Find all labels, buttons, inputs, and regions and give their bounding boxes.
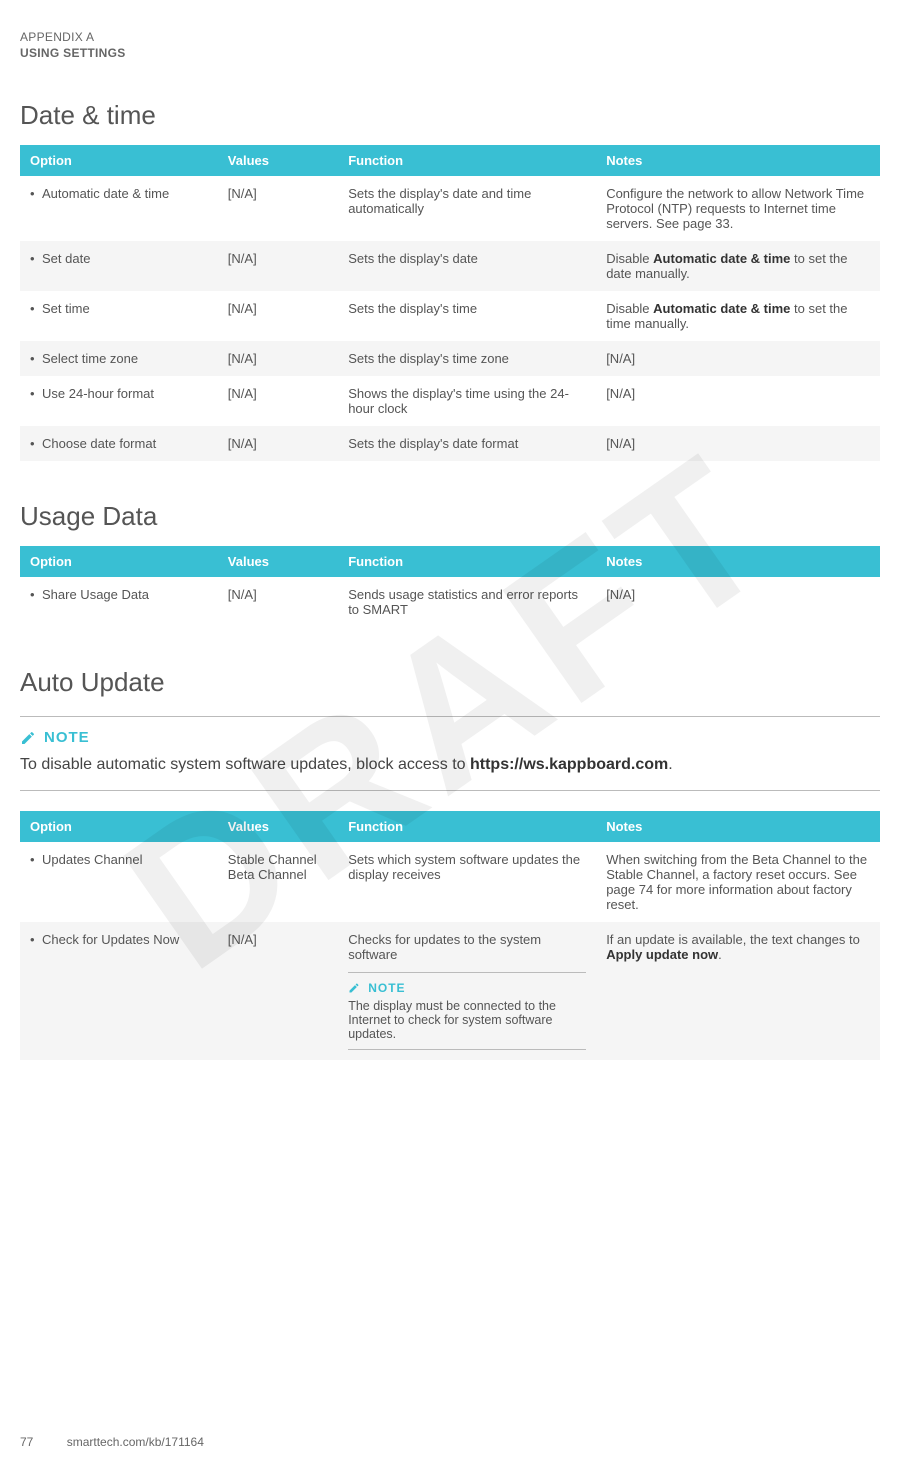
bullet-icon — [30, 386, 42, 401]
th-notes: Notes — [596, 811, 880, 842]
function-text: Sets which system software updates the d… — [338, 842, 596, 922]
section-heading-date-time: Date & time — [20, 100, 880, 131]
table-row: Set date [N/A] Sets the display's date D… — [20, 241, 880, 291]
values-text: [N/A] — [218, 376, 338, 426]
values-text: [N/A] — [218, 291, 338, 341]
values-text: [N/A] — [218, 426, 338, 461]
function-text: Shows the display's time using the 24-ho… — [338, 376, 596, 426]
page-number: 77 — [20, 1435, 33, 1449]
page-title: USING SETTINGS — [20, 46, 880, 60]
table-row: Select time zone [N/A] Sets the display'… — [20, 341, 880, 376]
values-text: [N/A] — [218, 241, 338, 291]
table-row: Automatic date & time [N/A] Sets the dis… — [20, 176, 880, 241]
note-label: NOTE — [44, 729, 90, 746]
option-text: Set time — [42, 301, 208, 316]
function-text: Sets the display's date — [338, 241, 596, 291]
notes-text: Configure the network to allow Network T… — [596, 176, 880, 241]
note-body: To disable automatic system software upd… — [20, 756, 880, 774]
table-row: Choose date format [N/A] Sets the displa… — [20, 426, 880, 461]
function-text: Checks for updates to the system softwar… — [338, 922, 596, 1060]
th-function: Function — [338, 811, 596, 842]
notes-text: [N/A] — [596, 426, 880, 461]
notes-text: Disable Automatic date & time to set the… — [596, 241, 880, 291]
table-row: Use 24-hour format [N/A] Shows the displ… — [20, 376, 880, 426]
notes-text: If an update is available, the text chan… — [596, 922, 880, 1060]
notes-text: [N/A] — [596, 577, 880, 627]
option-text: Select time zone — [42, 351, 208, 366]
bullet-icon — [30, 436, 42, 451]
bullet-icon — [30, 587, 42, 602]
note-callout: NOTE To disable automatic system softwar… — [20, 716, 880, 791]
function-text: Sends usage statistics and error reports… — [338, 577, 596, 627]
values-text: [N/A] — [218, 341, 338, 376]
values-text: Stable Channel Beta Channel — [218, 842, 338, 922]
th-option: Option — [20, 546, 218, 577]
option-text: Updates Channel — [42, 852, 208, 867]
section-heading-usage-data: Usage Data — [20, 501, 880, 532]
function-text: Sets the display's date and time automat… — [338, 176, 596, 241]
th-function: Function — [338, 145, 596, 176]
option-text: Check for Updates Now — [42, 932, 208, 947]
auto-update-table: Option Values Function Notes Updates Cha… — [20, 811, 880, 1060]
option-text: Choose date format — [42, 436, 208, 451]
notes-text: [N/A] — [596, 341, 880, 376]
th-function: Function — [338, 546, 596, 577]
values-text: [N/A] — [218, 577, 338, 627]
th-notes: Notes — [596, 546, 880, 577]
pencil-icon — [348, 982, 360, 994]
values-text: [N/A] — [218, 922, 338, 1060]
note-label: NOTE — [368, 981, 405, 995]
th-values: Values — [218, 546, 338, 577]
function-text: Sets the display's time zone — [338, 341, 596, 376]
th-notes: Notes — [596, 145, 880, 176]
table-row: Check for Updates Now [N/A] Checks for u… — [20, 922, 880, 1060]
table-row: Share Usage Data [N/A] Sends usage stati… — [20, 577, 880, 627]
option-text: Set date — [42, 251, 208, 266]
footer: 77 smarttech.com/kb/171164 — [20, 1435, 204, 1449]
appendix-label: APPENDIX A — [20, 30, 880, 44]
date-time-table: Option Values Function Notes Automatic d… — [20, 145, 880, 461]
usage-data-table: Option Values Function Notes Share Usage… — [20, 546, 880, 627]
option-text: Share Usage Data — [42, 587, 208, 602]
notes-text: When switching from the Beta Channel to … — [596, 842, 880, 922]
function-text: Sets the display's date format — [338, 426, 596, 461]
option-text: Automatic date & time — [42, 186, 208, 201]
notes-text: Disable Automatic date & time to set the… — [596, 291, 880, 341]
section-heading-auto-update: Auto Update — [20, 667, 880, 698]
table-row: Set time [N/A] Sets the display's time D… — [20, 291, 880, 341]
th-option: Option — [20, 811, 218, 842]
option-text: Use 24-hour format — [42, 386, 208, 401]
bullet-icon — [30, 186, 42, 201]
bullet-icon — [30, 251, 42, 266]
note-body: The display must be connected to the Int… — [348, 999, 586, 1041]
table-row: Updates Channel Stable Channel Beta Chan… — [20, 842, 880, 922]
function-text: Sets the display's time — [338, 291, 596, 341]
bullet-icon — [30, 301, 42, 316]
inline-note: NOTE The display must be connected to th… — [348, 972, 586, 1050]
values-text: [N/A] — [218, 176, 338, 241]
bullet-icon — [30, 351, 42, 366]
footer-url: smarttech.com/kb/171164 — [67, 1435, 204, 1449]
notes-text: [N/A] — [596, 376, 880, 426]
th-option: Option — [20, 145, 218, 176]
bullet-icon — [30, 852, 42, 867]
th-values: Values — [218, 145, 338, 176]
pencil-icon — [20, 730, 36, 746]
th-values: Values — [218, 811, 338, 842]
bullet-icon — [30, 932, 42, 947]
